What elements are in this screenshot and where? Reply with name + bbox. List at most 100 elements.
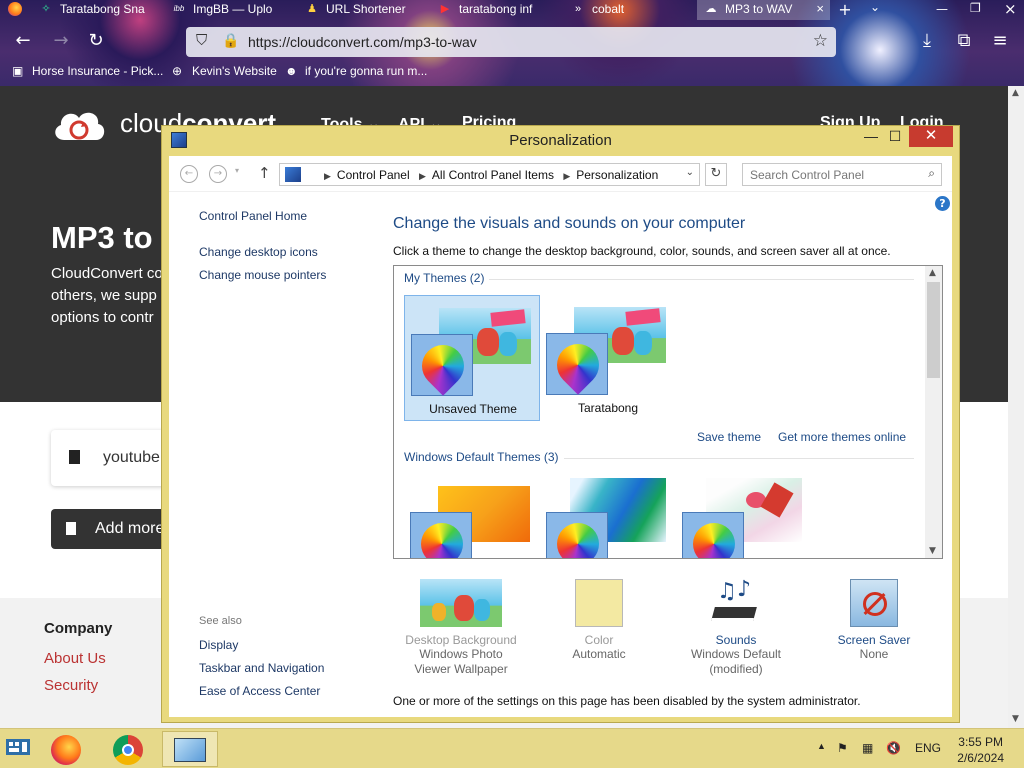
tab-mp3-to-wav[interactable]: ☁ MP3 to WAV × xyxy=(697,0,830,20)
theme-taratabong[interactable]: Taratabong xyxy=(540,295,676,421)
new-tab-button[interactable]: + xyxy=(830,0,860,20)
see-also-display[interactable]: Display xyxy=(199,638,238,652)
window-titlebar[interactable]: Personalization — ☐ ✕ xyxy=(162,126,959,156)
windows-start-icon xyxy=(6,739,30,755)
breadcrumb-separator-icon[interactable]: ▶ xyxy=(324,171,331,181)
close-icon[interactable]: ✕ xyxy=(909,126,953,147)
bookmark-horse-insurance[interactable]: ▣ Horse Insurance - Pick... xyxy=(12,64,163,82)
breadcrumb-separator-icon[interactable]: ▶ xyxy=(419,171,426,181)
theme-unsaved[interactable]: Unsaved Theme xyxy=(404,295,540,421)
show-hidden-icons[interactable]: ▲ xyxy=(817,741,826,751)
breadcrumb-all-items[interactable]: All Control Panel Items xyxy=(432,168,554,182)
save-theme-link[interactable]: Save theme xyxy=(697,430,761,444)
window-controls: — ❐ × xyxy=(924,0,1024,20)
breadcrumb-personalization[interactable]: Personalization xyxy=(576,168,658,182)
chevron-down-icon[interactable]: ⌄ xyxy=(686,167,694,178)
footer-link-about-us[interactable]: About Us xyxy=(44,650,106,667)
footer-link-security[interactable]: Security xyxy=(44,677,98,694)
sidebar-control-panel-home[interactable]: Control Panel Home xyxy=(199,209,307,223)
bookmark-star-icon[interactable]: ☆ xyxy=(813,31,828,51)
scroll-up-icon[interactable]: ▲ xyxy=(1012,88,1019,98)
personalization-window: Personalization — ☐ ✕ ← → ▾ ↑ ▶ Control P… xyxy=(161,125,960,723)
minimize-icon[interactable]: — xyxy=(936,2,948,16)
start-button[interactable] xyxy=(4,735,32,761)
breadcrumb-control-panel[interactable]: Control Panel xyxy=(337,168,410,182)
sounds-setting[interactable]: ♫ ♪ Sounds Windows Default (modified) xyxy=(676,577,796,677)
forward-icon[interactable]: → xyxy=(49,30,73,51)
reload-icon[interactable]: ↻ xyxy=(84,30,108,51)
color-setting[interactable]: Color Automatic xyxy=(539,579,659,662)
download-icon[interactable]: ⤓ xyxy=(915,30,939,51)
sidebar-change-mouse-pointers[interactable]: Change mouse pointers xyxy=(199,268,326,282)
bookmark-run-m[interactable]: ☻ if you're gonna run m... xyxy=(285,64,427,82)
back-icon[interactable]: ← xyxy=(11,30,35,51)
close-tab-icon[interactable]: × xyxy=(816,1,824,16)
setting-value: None xyxy=(859,647,889,661)
tab-icon: ▶ xyxy=(440,3,450,15)
language-indicator[interactable]: ENG xyxy=(915,741,941,755)
extensions-icon[interactable]: ⧉ xyxy=(952,30,976,51)
description-line: options to contr xyxy=(51,309,154,326)
recent-pages-icon[interactable]: ▾ xyxy=(235,166,239,175)
scroll-up-icon[interactable]: ▲ xyxy=(929,268,936,278)
tab-taratabong-snap[interactable]: ✧ Taratabong Sna xyxy=(32,0,165,20)
see-also-ease-of-access[interactable]: Ease of Access Center xyxy=(199,684,320,698)
shield-icon[interactable]: ⛉ xyxy=(196,32,207,49)
tab-cobalt[interactable]: » cobalt xyxy=(564,0,697,20)
taskbar-firefox[interactable] xyxy=(38,731,94,767)
list-tabs-button[interactable]: ⌄ xyxy=(860,0,890,20)
breadcrumb-separator-icon[interactable]: ▶ xyxy=(563,171,570,181)
scrollbar-thumb[interactable] xyxy=(927,282,940,378)
page-scrollbar[interactable]: ▲ ▼ xyxy=(1008,86,1024,728)
sidebar-change-desktop-icons[interactable]: Change desktop icons xyxy=(199,245,318,259)
maximize-icon[interactable]: ☐ xyxy=(881,128,909,148)
theme-flowers[interactable] xyxy=(676,474,812,558)
restore-icon[interactable]: ❐ xyxy=(970,1,981,15)
action-center-flag-icon[interactable]: ⚑ xyxy=(837,741,848,755)
search-input[interactable]: Search Control Panel ⌕ xyxy=(742,163,942,186)
admin-notice: One or more of the settings on this page… xyxy=(393,694,861,708)
globe-icon: ⊕ xyxy=(172,64,183,78)
refresh-icon[interactable]: ↻ xyxy=(705,163,727,186)
firefox-menu[interactable] xyxy=(0,0,32,20)
clock[interactable]: 3:55 PM 2/6/2024 xyxy=(957,734,1004,766)
lock-icon[interactable]: 🔒 xyxy=(222,32,239,49)
tab-label: cobalt xyxy=(592,2,625,16)
close-icon[interactable]: × xyxy=(1004,0,1017,18)
tab-icon: ✧ xyxy=(41,3,51,15)
help-icon[interactable]: ? xyxy=(935,196,950,211)
firefox-icon xyxy=(51,735,81,765)
themes-scrollbar[interactable]: ▲ ▼ xyxy=(925,266,942,558)
theme-lines-and-colors[interactable] xyxy=(540,474,676,558)
get-more-themes-link[interactable]: Get more themes online xyxy=(778,430,906,444)
taskbar-chrome[interactable] xyxy=(100,731,156,767)
volume-muted-icon[interactable]: 🔇 xyxy=(886,741,901,755)
bookmark-kevins-website[interactable]: ⊕ Kevin's Website xyxy=(172,64,277,82)
add-more-files-button[interactable]: Add more xyxy=(51,509,171,549)
color-palette-icon xyxy=(546,333,608,395)
search-icon[interactable]: ⌕ xyxy=(928,166,935,181)
page-subheading: Click a theme to change the desktop back… xyxy=(393,244,891,258)
tab-imgbb[interactable]: ibb ImgBB — Uplo xyxy=(165,0,298,20)
url-bar[interactable]: ⛉ 🔒 https://cloudconvert.com/mp3-to-wav … xyxy=(186,27,836,57)
page-title: MP3 to xyxy=(51,220,153,255)
theme-windows[interactable] xyxy=(404,474,540,558)
desktop-background-setting[interactable]: Desktop Background Windows Photo Viewer … xyxy=(401,579,521,677)
taskbar-control-panel[interactable] xyxy=(162,731,218,767)
file-row[interactable]: youtube xyxy=(51,430,171,486)
back-icon[interactable]: ← xyxy=(180,165,198,183)
scroll-down-icon[interactable]: ▼ xyxy=(929,546,936,556)
tab-taratabong-info[interactable]: ▶ taratabong inf xyxy=(431,0,564,20)
tab-icon: ♟ xyxy=(307,3,317,15)
see-also-taskbar[interactable]: Taskbar and Navigation xyxy=(199,661,324,675)
menu-icon[interactable]: ≡ xyxy=(988,30,1012,51)
file-icon xyxy=(69,450,80,464)
network-icon[interactable]: ▦ xyxy=(862,741,873,755)
breadcrumb[interactable]: ▶ Control Panel ▶ All Control Panel Items … xyxy=(279,163,700,186)
scroll-down-icon[interactable]: ▼ xyxy=(1012,714,1019,724)
screen-saver-setting[interactable]: Screen Saver None xyxy=(814,579,934,662)
tab-url-shortener[interactable]: ♟ URL Shortener xyxy=(298,0,431,20)
desktop-background-thumbnail xyxy=(420,579,502,627)
forward-icon[interactable]: → xyxy=(209,165,227,183)
up-arrow-icon[interactable]: ↑ xyxy=(258,164,271,182)
